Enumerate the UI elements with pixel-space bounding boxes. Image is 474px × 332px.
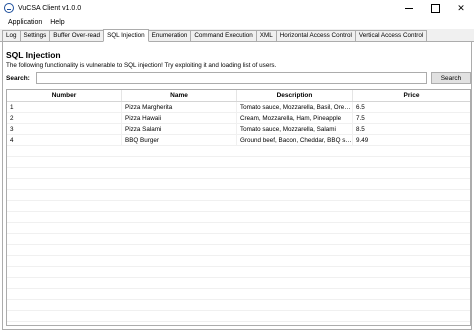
empty-grid-row <box>7 234 470 245</box>
empty-grid-row <box>7 168 470 179</box>
app-logo-icon <box>4 3 14 13</box>
table-row[interactable]: 4 BBQ Burger Ground beef, Bacon, Cheddar… <box>7 135 470 146</box>
table-row[interactable]: 1 Pizza Margherita Tomato sauce, Mozzare… <box>7 102 470 113</box>
cell-description: Tomato sauce, Mozzarella, Basil, Oregano <box>237 102 353 112</box>
menu-application[interactable]: Application <box>4 19 46 26</box>
tab-vertical-access-control[interactable]: Vertical Access Control <box>354 30 428 41</box>
empty-grid-row <box>7 146 470 157</box>
tab-log[interactable]: Log <box>2 30 21 41</box>
cell-number: 2 <box>7 113 122 123</box>
tab-buffer-over-read[interactable]: Buffer Over-read <box>49 30 105 41</box>
tab-command-execution[interactable]: Command Execution <box>190 30 257 41</box>
empty-grid-row <box>7 278 470 289</box>
menu-bar: Application Help <box>0 16 474 28</box>
sql-injection-panel: SQL Injection The following functionalit… <box>2 42 472 330</box>
page-title: SQL Injection <box>6 50 61 60</box>
close-icon[interactable]: ✕ <box>448 0 474 16</box>
tab-settings[interactable]: Settings <box>19 30 51 41</box>
cell-price: 8.5 <box>356 126 365 133</box>
cell-number: 4 <box>7 135 122 145</box>
empty-grid-row <box>7 300 470 311</box>
cell-price: 6.5 <box>356 104 365 111</box>
column-header-description[interactable]: Description <box>237 90 353 101</box>
tab-horizontal-access-control[interactable]: Horizontal Access Control <box>275 30 356 41</box>
empty-grid-row <box>7 289 470 300</box>
tab-sql-injection[interactable]: SQL Injection <box>103 29 149 42</box>
cell-name: Pizza Salami <box>122 124 237 134</box>
column-header-number[interactable]: Number <box>7 90 122 101</box>
cell-price: 7.5 <box>356 115 365 122</box>
cell-price: 9.49 <box>356 137 369 144</box>
empty-grid-row <box>7 157 470 168</box>
empty-grid-row <box>7 245 470 256</box>
cell-description: Cream, Mozzarella, Ham, Pineapple <box>237 113 353 123</box>
column-header-price[interactable]: Price <box>353 90 470 101</box>
empty-grid-row <box>7 256 470 267</box>
empty-grid-row <box>7 223 470 234</box>
cell-description: Ground beef, Bacon, Cheddar, BBQ sauce <box>237 135 353 145</box>
cell-name: Pizza Hawaii <box>122 113 237 123</box>
title-bar: VuCSA Client v1.0.0 ✕ <box>0 0 474 16</box>
cell-name: Pizza Margherita <box>122 102 237 112</box>
cell-number: 3 <box>7 124 122 134</box>
window-controls: ✕ <box>396 0 474 16</box>
cell-name: BBQ Burger <box>122 135 237 145</box>
column-header-name[interactable]: Name <box>122 90 237 101</box>
window-title: VuCSA Client v1.0.0 <box>18 4 82 12</box>
menu-help[interactable]: Help <box>46 19 68 26</box>
maximize-icon[interactable] <box>422 0 448 16</box>
table-empty-area <box>7 146 470 322</box>
table-row[interactable]: 2 Pizza Hawaii Cream, Mozzarella, Ham, P… <box>7 113 470 124</box>
tab-bar: Log Settings Buffer Over-read SQL Inject… <box>0 29 474 42</box>
empty-grid-row <box>7 212 470 223</box>
empty-grid-row <box>7 201 470 212</box>
empty-grid-row <box>7 179 470 190</box>
empty-grid-row <box>7 311 470 322</box>
search-button[interactable]: Search <box>431 72 471 84</box>
empty-grid-row <box>7 267 470 278</box>
cell-description: Tomato sauce, Mozzarella, Salami <box>237 124 353 134</box>
search-input[interactable] <box>36 72 427 84</box>
table-header: Number Name Description Price <box>7 90 470 102</box>
empty-grid-row <box>7 190 470 201</box>
search-label: Search: <box>6 75 30 82</box>
cell-number: 1 <box>7 102 122 112</box>
tab-enumeration[interactable]: Enumeration <box>147 30 192 41</box>
table-row[interactable]: 3 Pizza Salami Tomato sauce, Mozzarella,… <box>7 124 470 135</box>
tab-xml[interactable]: XML <box>255 30 277 41</box>
results-table: Number Name Description Price 1 Pizza Ma… <box>6 89 471 326</box>
page-description: The following functionality is vulnerabl… <box>6 62 277 69</box>
minimize-icon[interactable] <box>396 0 422 16</box>
